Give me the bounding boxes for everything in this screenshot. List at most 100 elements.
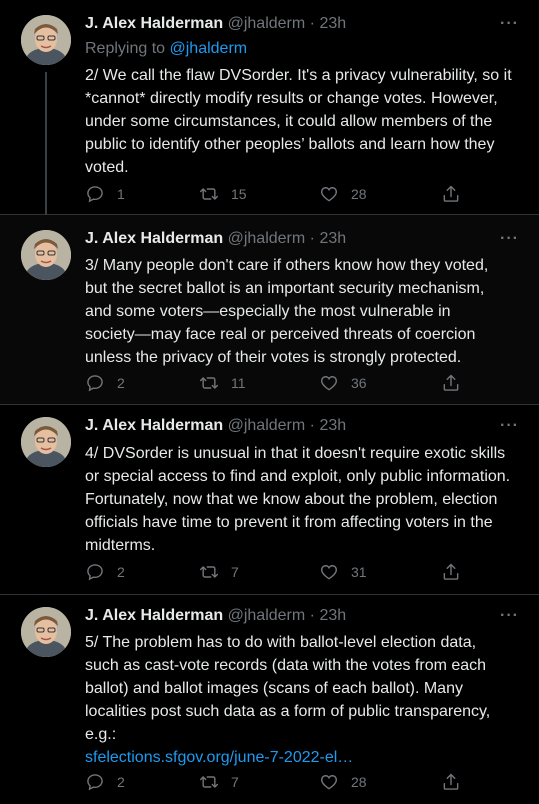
share-icon: [443, 773, 459, 790]
retweet-button[interactable]: 15: [199, 184, 247, 204]
tweet-link[interactable]: sfelections.sfgov.org/june-7-2022-el…: [85, 746, 515, 769]
share-button[interactable]: [441, 184, 473, 204]
heart-icon: [320, 376, 338, 391]
tweet-text: 4/ DVSorder is unusual in that it doesn'…: [85, 442, 515, 557]
tweet-4[interactable]: J. Alex Halderman @jhalderm · 23h ··· 4/…: [0, 405, 539, 595]
tweet-line: ballot) and ballot images (scans of each…: [85, 680, 463, 697]
author-name[interactable]: J. Alex Halderman: [85, 15, 223, 32]
retweet-count: 11: [231, 375, 246, 391]
tweet-text: 2/ We call the flaw DVSorder. It's a pri…: [85, 64, 515, 179]
reply-count: 2: [117, 375, 125, 391]
tweet-line: 2/ We call the flaw DVSorder. It's a pri…: [85, 67, 512, 84]
tweet-header: J. Alex Halderman @jhalderm · 23h: [85, 15, 519, 37]
tweet-line: e.g.:: [85, 726, 117, 743]
retweet-icon: [199, 776, 219, 788]
like-button[interactable]: 31: [319, 562, 367, 582]
avatar[interactable]: [21, 417, 71, 467]
tweet-actions: 2 7 28: [85, 772, 465, 792]
more-options-icon[interactable]: ···: [500, 230, 519, 248]
retweet-button[interactable]: 11: [199, 373, 246, 393]
tweet-line: voted.: [85, 159, 129, 176]
replying-to-mention[interactable]: @jhalderm: [170, 40, 248, 57]
tweet-2[interactable]: J. Alex Halderman @jhalderm · 23h ··· Re…: [0, 0, 539, 215]
tweet-header: J. Alex Halderman @jhalderm · 23h: [85, 417, 519, 439]
author-name[interactable]: J. Alex Halderman: [85, 417, 223, 434]
share-icon: [443, 563, 459, 580]
reply-button[interactable]: 1: [85, 184, 125, 204]
tweet-actions: 1 15 28: [85, 184, 465, 204]
reply-count: 1: [117, 186, 125, 202]
replying-to-label: Replying to: [85, 40, 166, 57]
share-button[interactable]: [441, 373, 473, 393]
timestamp[interactable]: 23h: [319, 607, 346, 624]
reply-button[interactable]: 2: [85, 562, 125, 582]
author-handle[interactable]: @jhalderm: [228, 417, 306, 434]
retweet-count: 7: [231, 774, 239, 790]
share-button[interactable]: [441, 772, 473, 792]
reply-icon: [87, 186, 103, 203]
tweet-header: J. Alex Halderman @jhalderm · 23h: [85, 607, 519, 629]
tweet-line: and some voters—especially the most vuln…: [85, 303, 451, 320]
tweet-line: or special access to find and exploit, o…: [85, 468, 511, 485]
like-count: 28: [351, 186, 367, 202]
tweet-line: *cannot* directly modify results or chan…: [85, 90, 498, 107]
tweet-line: 5/ The problem has to do with ballot-lev…: [85, 634, 477, 651]
tweet-line: but the secret ballot is an important se…: [85, 280, 485, 297]
like-button[interactable]: 28: [319, 184, 367, 204]
like-count: 36: [351, 375, 367, 391]
avatar[interactable]: [21, 607, 71, 657]
retweet-icon: [199, 566, 219, 578]
reply-button[interactable]: 2: [85, 772, 125, 792]
separator: ·: [309, 230, 315, 247]
tweet-3[interactable]: J. Alex Halderman @jhalderm · 23h ··· 3/…: [0, 215, 539, 405]
tweet-actions: 2 7 31: [85, 562, 465, 582]
timestamp[interactable]: 23h: [319, 417, 346, 434]
reply-icon: [87, 375, 103, 392]
retweet-button[interactable]: 7: [199, 772, 239, 792]
author-handle[interactable]: @jhalderm: [228, 230, 306, 247]
tweet-line: under some circumstances, it could allow…: [85, 113, 493, 130]
reply-count: 2: [117, 564, 125, 580]
reply-button[interactable]: 2: [85, 373, 125, 393]
tweet-line: officials have time to prevent it from a…: [85, 514, 493, 531]
share-button[interactable]: [441, 562, 473, 582]
tweet-line: 4/ DVSorder is unusual in that it doesn'…: [85, 445, 506, 462]
avatar[interactable]: [21, 15, 71, 65]
avatar[interactable]: [21, 230, 71, 280]
separator: ·: [309, 417, 315, 434]
replying-to: Replying to @jhalderm: [85, 40, 247, 58]
more-options-icon[interactable]: ···: [500, 607, 519, 625]
more-options-icon[interactable]: ···: [500, 417, 519, 435]
timestamp[interactable]: 23h: [319, 230, 346, 247]
thread-line: [45, 72, 47, 215]
retweet-icon: [199, 377, 219, 389]
timestamp[interactable]: 23h: [319, 15, 346, 32]
heart-icon: [320, 565, 338, 580]
retweet-count: 7: [231, 564, 239, 580]
heart-icon: [320, 187, 338, 202]
author-handle[interactable]: @jhalderm: [228, 607, 306, 624]
tweet-line: public to identify other peoples’ ballot…: [85, 136, 495, 153]
tweet-line: unless the privacy of their votes is str…: [85, 349, 462, 366]
author-name[interactable]: J. Alex Halderman: [85, 230, 223, 247]
reply-icon: [87, 564, 103, 581]
heart-icon: [320, 775, 338, 790]
tweet-line: society—may face real or perceived threa…: [85, 326, 476, 343]
author-handle[interactable]: @jhalderm: [228, 15, 306, 32]
more-options-icon[interactable]: ···: [500, 15, 519, 33]
like-button[interactable]: 28: [319, 772, 367, 792]
share-icon: [443, 185, 459, 202]
retweet-count: 15: [231, 186, 247, 202]
tweet-line: 3/ Many people don't care if others know…: [85, 257, 489, 274]
reply-count: 2: [117, 774, 125, 790]
tweet-line: Fortunately, now that we know about the …: [85, 491, 498, 508]
tweet-5[interactable]: J. Alex Halderman @jhalderm · 23h ··· 5/…: [0, 595, 539, 804]
separator: ·: [309, 607, 315, 624]
like-button[interactable]: 36: [319, 373, 367, 393]
author-name[interactable]: J. Alex Halderman: [85, 607, 223, 624]
tweet-line: localities post such data as a form of p…: [85, 703, 491, 720]
tweet-text: 5/ The problem has to do with ballot-lev…: [85, 631, 515, 769]
retweet-button[interactable]: 7: [199, 562, 239, 582]
tweet-text: 3/ Many people don't care if others know…: [85, 254, 515, 369]
tweet-actions: 2 11 36: [85, 373, 465, 393]
